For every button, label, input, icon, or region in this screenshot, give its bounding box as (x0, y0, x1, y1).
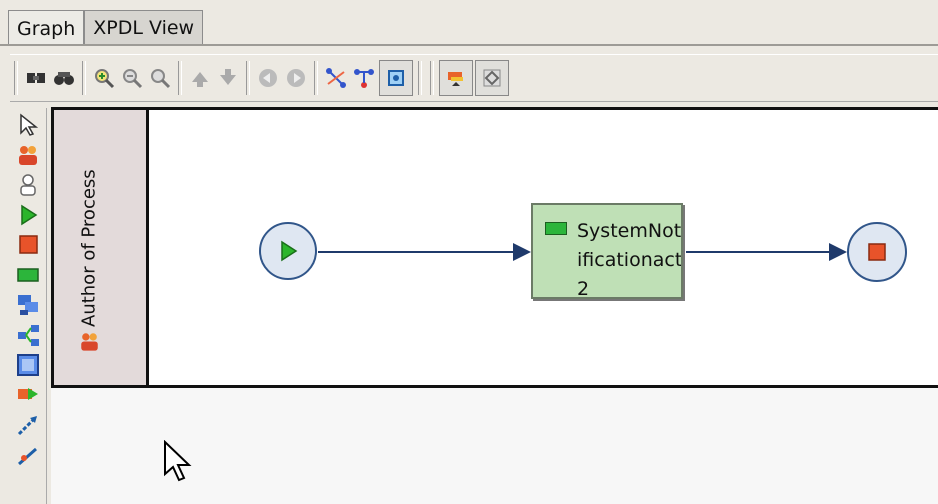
stop-icon (868, 243, 886, 261)
play-icon (281, 240, 298, 262)
generic-activity-icon (545, 222, 567, 235)
end-event[interactable] (847, 222, 907, 282)
mouse-cursor-icon (164, 440, 192, 482)
activity-node[interactable]: SystemNotificationact2 (531, 203, 683, 299)
arrowhead-icon (513, 243, 531, 261)
activity-name: SystemNotificationact2 (577, 220, 683, 299)
transitions-layer (318, 243, 847, 261)
start-event[interactable] (259, 222, 317, 280)
arrowhead-icon (829, 243, 847, 261)
